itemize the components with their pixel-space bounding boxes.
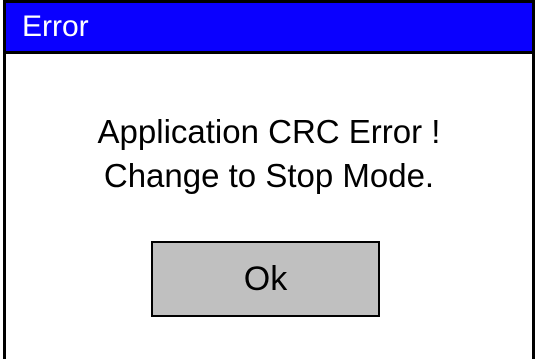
ok-button[interactable]: Ok bbox=[151, 241, 380, 317]
dialog-title-bar: Error bbox=[6, 3, 532, 51]
message-line-2: Change to Stop Mode. bbox=[103, 157, 435, 194]
dialog-title: Error bbox=[22, 10, 89, 43]
error-dialog: Error Application CRC Error ! Change to … bbox=[0, 0, 535, 359]
message-line-1: Application CRC Error ! bbox=[97, 113, 441, 150]
dialog-message: Application CRC Error ! Change to Stop M… bbox=[6, 110, 532, 198]
title-divider bbox=[6, 51, 532, 54]
